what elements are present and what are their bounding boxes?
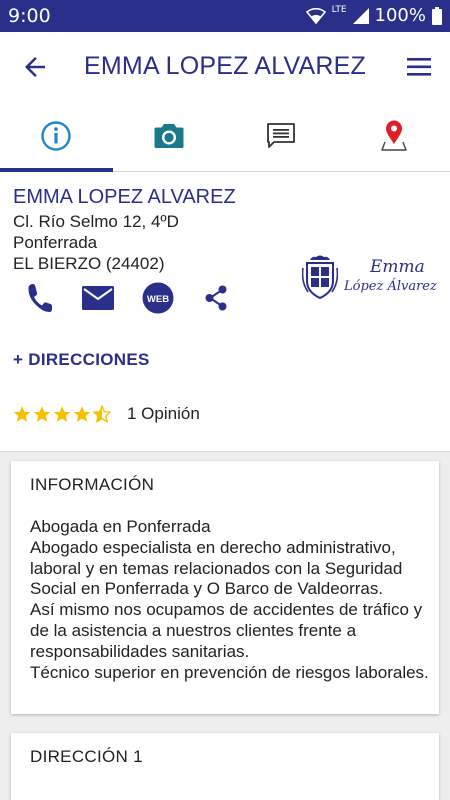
logo-text-first: Emma (370, 257, 425, 277)
review-count: 1 Opinión (127, 404, 200, 423)
star-icon (53, 406, 71, 422)
email-button[interactable] (82, 282, 114, 314)
map-pin-icon (381, 120, 407, 151)
star-icon (13, 406, 31, 422)
app-bar: EMMA LOPEZ ALVAREZ (0, 32, 450, 100)
message-icon (267, 123, 296, 148)
address-city: Ponferrada (13, 233, 98, 252)
battery-level: 100% (374, 5, 426, 26)
tab-info[interactable] (0, 100, 113, 172)
address-street: Cl. Río Selmo 12, 4ºD (13, 212, 179, 231)
page-title: EMMA LOPEZ ALVAREZ (84, 52, 366, 80)
share-icon (205, 285, 227, 311)
signal-icon (352, 7, 369, 24)
contact-card: EMMA LOPEZ ALVAREZ Cl. Río Selmo 12, 4ºD… (0, 172, 450, 452)
address-region: EL BIERZO (24402) (13, 254, 165, 273)
web-button[interactable]: WEB (142, 282, 174, 314)
information-card: INFORMACIÓN Abogada en Ponferrada Abogad… (11, 461, 439, 714)
status-bar: 9:00 LTE 100% (0, 0, 450, 32)
info-line: Abogado especialista en derecho administ… (30, 537, 403, 599)
menu-button[interactable] (406, 54, 432, 80)
info-line: Abogada en Ponferrada (30, 517, 211, 536)
phone-icon (28, 284, 52, 312)
camera-icon (154, 124, 184, 148)
logo-text-last: López Álvarez (344, 279, 437, 294)
info-line: Así mismo nos ocupamos de accidentes de … (30, 600, 423, 661)
tab-location[interactable] (338, 100, 450, 172)
web-icon: WEB (142, 282, 174, 314)
star-icon (33, 406, 51, 422)
mail-icon (82, 286, 114, 310)
contact-name: EMMA LOPEZ ALVAREZ (13, 186, 236, 208)
info-icon (41, 121, 71, 151)
star-rating (13, 405, 111, 423)
star-half-icon (93, 405, 111, 423)
tab-bar (0, 100, 450, 172)
tab-photos[interactable] (113, 100, 226, 172)
information-title: INFORMACIÓN (30, 475, 155, 494)
address-card: DIRECCIÓN 1 (11, 733, 439, 800)
status-icons: LTE 100% (305, 4, 442, 26)
share-button[interactable] (202, 282, 230, 314)
contact-actions: WEB (26, 282, 230, 314)
status-time: 9:00 (8, 5, 51, 27)
network-type: LTE (331, 4, 347, 15)
web-icon-label: WEB (147, 294, 169, 305)
business-logo: Emma López Álvarez (302, 254, 450, 304)
wifi-icon (305, 7, 326, 24)
call-button[interactable] (26, 282, 54, 314)
star-icon (73, 406, 91, 422)
directions-link[interactable]: + DIRECCIONES (13, 350, 150, 370)
address-title: DIRECCIÓN 1 (30, 747, 143, 766)
battery-icon (432, 6, 442, 25)
hamburger-icon (407, 58, 431, 76)
coat-of-arms-icon (302, 255, 338, 300)
tab-messages[interactable] (225, 100, 338, 172)
info-line: Técnico superior en prevención de riesgo… (30, 662, 429, 682)
information-body: Abogada en Ponferrada Abogado especialis… (30, 517, 430, 683)
rating[interactable]: 1 Opinión (13, 404, 200, 424)
